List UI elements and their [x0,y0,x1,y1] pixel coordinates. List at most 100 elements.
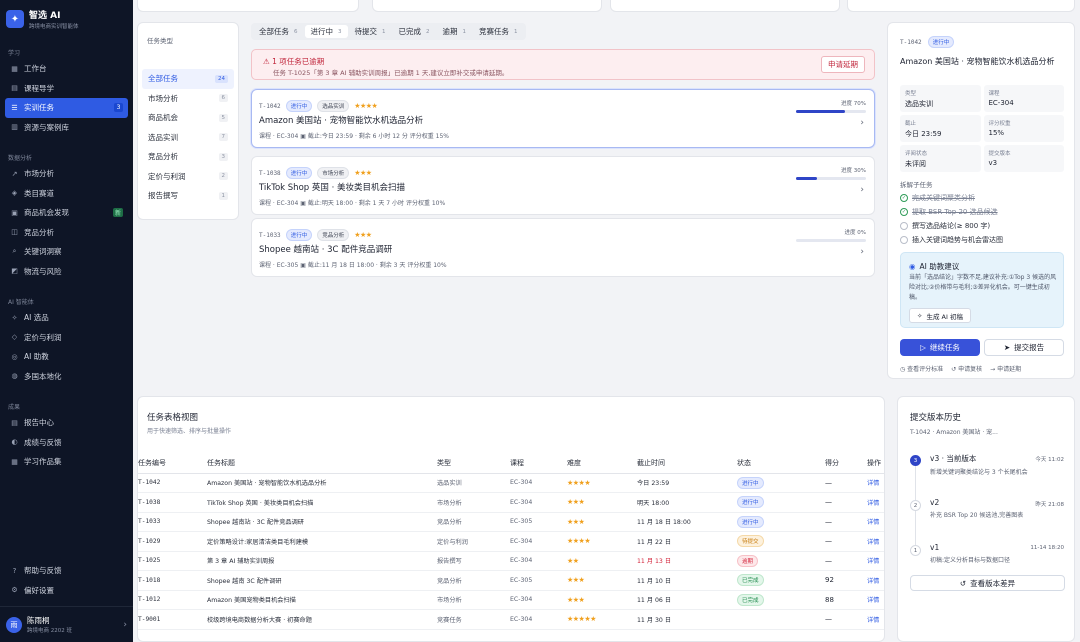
column-header[interactable]: 任务标题 [207,453,437,474]
detail-link[interactable]: 详情 [867,551,884,571]
sidebar-item[interactable]: ◎ AI 助教 [5,347,128,367]
detail-link[interactable]: 详情 [867,512,884,532]
version-time: 今天 11:02 [1035,457,1064,463]
table-row[interactable]: T-1038 TikTok Shop 英国 · 美妆类目机会扫描 市场分析 EC-30… [138,492,884,513]
category-item[interactable]: 全部任务 24 [142,69,234,89]
table-row[interactable]: T-1012 Amazon 美国宠物类目机会扫描 市场分析 EC-304 ★★★ 11 月… [138,590,884,610]
detail-link[interactable]: 详情 [867,492,884,513]
user-name: 陈雨桐 [27,616,50,625]
column-header[interactable]: 状态 [737,453,825,474]
checkbox-icon[interactable] [900,236,908,244]
status-tab[interactable]: 逾期 1 [437,25,473,38]
table-row[interactable]: T-1029 定价策略设计:家居清洁类目毛利建模 定价与利润 EC-304 ★★★★ 11… [138,531,884,552]
category-item[interactable]: 市场分析 6 [142,89,234,109]
category-item[interactable]: 商品机会 5 [142,108,234,128]
submit-report-button[interactable]: ➤ 提交报告 [984,339,1064,356]
sidebar-item[interactable]: ▥ 资源与案例库 [5,118,128,138]
sidebar-item[interactable]: ◩ 物流与风险 [5,262,128,282]
sidebar-item[interactable]: ▦ 学习作品集 [5,452,128,472]
checkbox-icon[interactable]: ✓ [900,194,908,202]
checkbox-icon[interactable] [900,222,908,230]
task-card[interactable]: T-1042 进行中 选品实训 ★★★★ Amazon 美国站 · 宠物智能饮水机选品分… [251,89,875,148]
table-row[interactable]: T-1042 Amazon 美国站 · 宠物智能饮水机选品分析 选品实训 EC-304… [138,473,884,493]
subtask-item[interactable]: 撰写选品结论(≥ 800 字) [900,219,1003,233]
detail-link[interactable]: 详情 [867,609,884,630]
table-row[interactable]: T-9001 校级跨境电商数据分析大赛 · 初赛命题 竞赛任务 EC-304 ★★★★★… [138,609,884,630]
cell-title: 校级跨境电商数据分析大赛 · 初赛命题 [207,609,437,630]
category-item[interactable]: 定价与利润 2 [142,167,234,187]
sidebar-item[interactable]: ◇ 定价与利润 [5,328,128,348]
column-header[interactable]: 操作 [867,453,884,474]
sidebar-item[interactable]: ? 帮助与反馈 [5,561,128,581]
sidebar-item[interactable]: ⌕ 关键词洞察 [5,242,128,262]
sidebar-item[interactable]: ☰ 实训任务 3 [5,98,128,118]
category-item[interactable]: 选品实训 7 [142,128,234,148]
subtask-item[interactable]: ✓ 完成关键词聚类分析 [900,191,1003,205]
subtask-item[interactable]: 插入关键词趋势与机会雷达图 [900,233,1003,247]
sidebar-item[interactable]: ◍ 多国本地化 [5,367,128,387]
sidebar-item[interactable]: ◫ 竞品分析 [5,223,128,243]
chevron-right-icon[interactable]: › [860,118,864,128]
status-tab[interactable]: 待提交 1 [349,25,392,38]
detail-link[interactable]: ↺ 申请复核 [951,364,982,373]
task-table-card: 任务表格视图 用于快速筛选、排序与批量操作 任务编号 任务标题 类型 课程 难度 截止时间… [137,396,885,642]
column-header[interactable]: 任务编号 [138,453,207,474]
cell-score: — [825,551,867,571]
column-header[interactable]: 得分 [825,453,867,474]
detail-link[interactable]: 详情 [867,531,884,552]
cell-id: T-1025 [138,551,207,571]
status-tab[interactable]: 竞赛任务 1 [473,25,524,38]
continue-task-button[interactable]: ▷ 继续任务 [900,339,980,356]
sidebar-item[interactable]: ▤ 课程导学 [5,79,128,99]
version-item[interactable]: 3 v3 · 当前版本 今天 11:02 新增关键词聚类结论与 3 个长尾机会 [910,453,1068,498]
table-row[interactable]: T-1025 第 3 章 AI 辅助实训周报 报告撰写 EC-304 ★★ 11 月 13… [138,551,884,571]
sidebar-item-icon: ◈ [11,189,18,198]
sidebar-item[interactable]: ▣ 商品机会发现 新 [5,203,128,223]
overdue-alert: ⚠ 1 项任务已逾期 任务 T-1025「第 3 章 AI 辅助实训周报」已逾期… [251,49,875,80]
sidebar-item[interactable]: ◈ 类目赛道 [5,184,128,204]
task-card[interactable]: T-1033 进行中 竞品分析 ★★★ Shopee 越南站 · 3C 配件竞品调研 课程… [251,218,875,277]
sidebar-item[interactable]: ↗ 市场分析 [5,164,128,184]
column-header[interactable]: 类型 [437,453,510,474]
status-tab[interactable]: 进行中 3 [304,25,348,38]
generate-ai-draft-button[interactable]: ✧ 生成 AI 初稿 [909,308,971,323]
detail-link[interactable]: 详情 [867,590,884,610]
chevron-right-icon[interactable]: › [860,247,864,257]
sidebar-item[interactable]: ▤ 报告中心 [5,413,128,433]
category-item[interactable]: 竞品分析 3 [142,147,234,167]
column-header[interactable]: 难度 [567,453,637,474]
detail-link[interactable]: 详情 [867,570,884,591]
progress-track [796,177,866,180]
sidebar-item[interactable]: ✧ AI 选品 [5,308,128,328]
status-tab[interactable]: 全部任务 6 [253,25,304,38]
detail-link[interactable]: ◷ 查看评分标准 [900,364,943,373]
cell-course: EC-305 [510,570,567,591]
category-item[interactable]: 报告撰写 1 [142,186,234,206]
chevron-right-icon[interactable]: › [860,185,864,195]
subtask-item[interactable]: ✓ 提取 BSR Top 20 选品候选 [900,205,1003,219]
table-row[interactable]: T-1018 Shopee 越南 3C 配件调研 竞品分析 EC-305 ★★★ 11 月… [138,570,884,591]
cell-score: 88 [825,590,867,610]
status-tab[interactable]: 已完成 2 [393,25,436,38]
task-course: 课程 · EC-305 [259,262,299,269]
version-desc: 补充 BSR Top 20 候选池,完善图表 [930,512,1024,519]
table-row[interactable]: T-1033 Shopee 越南站 · 3C 配件竞品调研 竞品分析 EC-305 ★★… [138,512,884,532]
request-extension-button[interactable]: 申请延期 [821,56,865,73]
detail-link[interactable]: → 申请延期 [990,364,1021,373]
sidebar-item[interactable]: ▦ 工作台 [5,59,128,79]
sidebar-item-icon: ▥ [11,123,18,132]
version-item[interactable]: 2 v2 昨天 21:08 补充 BSR Top 20 候选池,完善图表 [910,498,1068,543]
field-label: 提交版本 [988,151,1011,157]
sidebar-item[interactable]: ⚙ 偏好设置 [5,581,128,601]
user-profile[interactable]: 雨 陈雨桐 跨境电商 2202 班 › [0,606,133,642]
brand[interactable]: ✦ 智选 AI 跨境电商实训智能体 [0,0,133,38]
column-header[interactable]: 截止时间 [637,453,737,474]
task-card[interactable]: T-1038 进行中 市场分析 ★★★ TikTok Shop 英国 · 美妆类目机会扫… [251,156,875,215]
checkbox-icon[interactable]: ✓ [900,208,908,216]
calendar-icon: ▣ [298,200,308,207]
view-version-diff-button[interactable]: ↺ 查看版本差异 [910,575,1065,591]
column-header[interactable]: 课程 [510,453,567,474]
detail-link[interactable]: 详情 [867,473,884,493]
sidebar-item[interactable]: ◐ 成绩与反馈 [5,433,128,453]
task-deadline: 截止:11 月 18 日 18:00 · 剩余 3 天 [307,262,406,269]
